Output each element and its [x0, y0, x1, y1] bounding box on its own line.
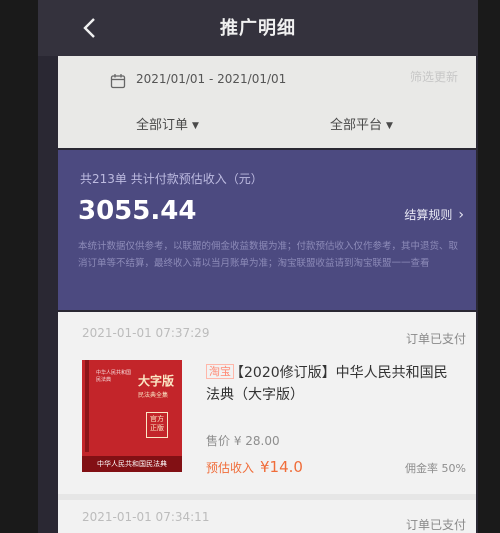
divider [58, 494, 476, 500]
page-title: 推广明细 [220, 18, 296, 39]
summary-label: 共213单 共计付款预估收入（元） [80, 172, 263, 186]
product-image[interactable]: 中华人民共和国民法典 大字版 民法典全集 官方正版 中华人民共和国民法典 [82, 360, 182, 472]
caret-down-icon: ▼ [192, 120, 199, 131]
income-value: ¥14.0 [260, 458, 303, 476]
income-label: 预估收入 [206, 461, 255, 475]
book-cover-text: 中华人民共和国民法典 [96, 370, 132, 383]
caret-down-icon: ▼ [386, 120, 393, 131]
phone-screen: 推广明细 2021/01/01 - 2021/01/01 筛选更新 全部订单 ▼ … [38, 0, 478, 533]
platform-tag: 淘宝 [206, 364, 234, 379]
chevron-right-icon: › [458, 207, 464, 223]
book-spine [85, 360, 89, 452]
estimated-income: 预估收入 ¥14.0 [206, 458, 303, 476]
book-cover-title: 大字版 [138, 374, 175, 388]
nav-bar: 推广明细 [38, 0, 478, 56]
order-time: 2021-01-01 07:34:11 [82, 510, 210, 524]
product-title[interactable]: 【2020修订版】中华人民共和国民法典（大字版） [206, 362, 456, 406]
commission-rate: 佣金率 50% [405, 462, 466, 475]
order-status: 订单已支付 [405, 332, 466, 346]
summary-amount: 3055.44 [78, 196, 197, 226]
filter-panel: 2021/01/01 - 2021/01/01 筛选更新 全部订单 ▼ 全部平台 ▼ [58, 56, 476, 148]
filter-link[interactable]: 筛选更新 [410, 68, 458, 85]
date-range-picker[interactable]: 2021/01/01 - 2021/01/01 [136, 72, 286, 86]
book-cover-subtitle: 民法典全集 [138, 392, 169, 399]
order-filter-dropdown[interactable]: 全部订单 ▼ [136, 114, 199, 133]
product-price: 售价 ¥ 28.00 [206, 434, 280, 448]
order-list: 2021-01-01 07:37:29 订单已支付 中华人民共和国民法典 大字版… [58, 312, 476, 533]
earnings-summary: 共213单 共计付款预估收入（元） 3055.44 结算规则 › 本统计数据仅供参… [58, 150, 476, 310]
summary-note: 本统计数据仅供参考，以联盟的佣金收益数据为准；付款预估收入仅作参考，其中退货、取… [78, 241, 459, 269]
platform-filter-dropdown[interactable]: 全部平台 ▼ [330, 114, 393, 133]
platform-filter-label: 全部平台 [330, 118, 383, 133]
book-cover-seal: 官方正版 [146, 412, 168, 438]
calendar-icon [110, 74, 126, 89]
order-time: 2021-01-01 07:37:29 [82, 326, 210, 340]
settlement-rules-label: 结算规则 [404, 208, 453, 222]
order-status: 订单已支付 [405, 518, 466, 532]
order-filter-label: 全部订单 [136, 118, 189, 133]
settlement-rules-link[interactable]: 结算规则 › [404, 206, 464, 223]
book-cover-band: 中华人民共和国民法典 [82, 456, 182, 472]
